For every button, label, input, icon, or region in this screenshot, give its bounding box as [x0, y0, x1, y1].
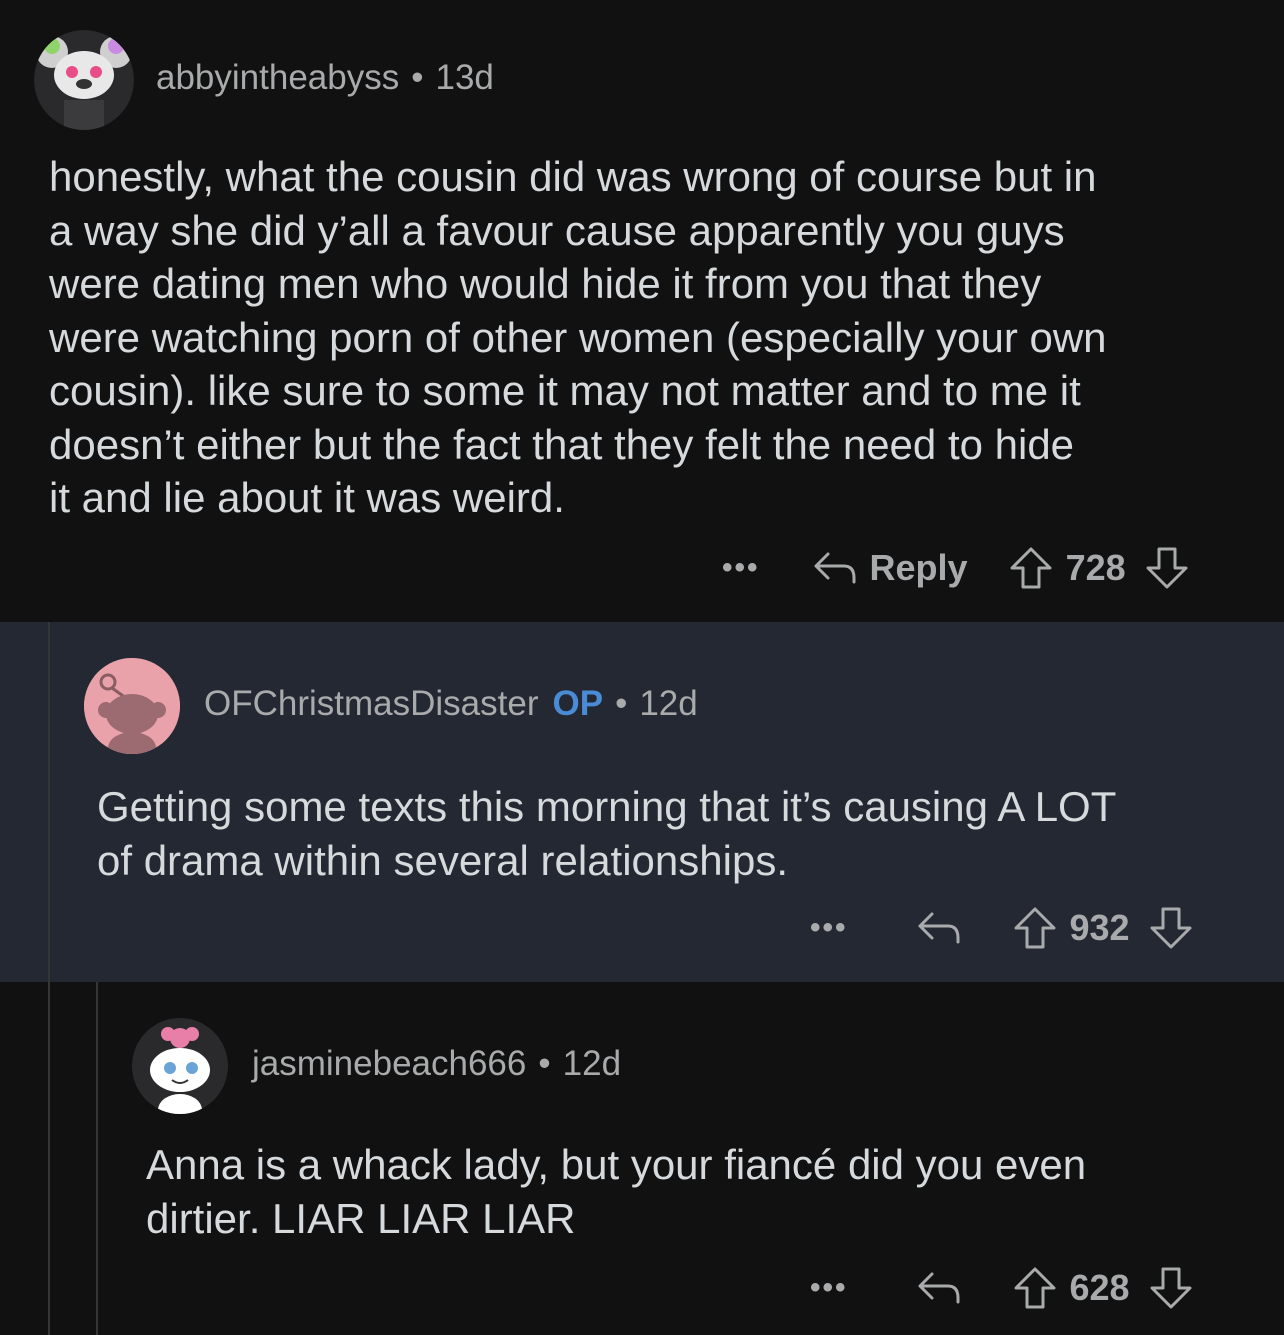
- comment-actions: ••• 628: [810, 1266, 1194, 1310]
- separator-dot: •: [538, 1044, 551, 1083]
- reply-button[interactable]: [916, 908, 962, 948]
- reply-arrow-icon: [814, 552, 856, 584]
- separator-dot: •: [411, 58, 424, 97]
- vote-count: 932: [1069, 907, 1130, 948]
- downvote-button[interactable]: [1148, 1265, 1194, 1311]
- comment-age: 12d: [639, 684, 698, 723]
- comment-jasminebeach666: jasminebeach666 • 12d Anna is a whack la…: [0, 982, 1284, 1335]
- username[interactable]: OFChristmasDisaster: [204, 684, 538, 724]
- user-avatar[interactable]: [34, 30, 134, 130]
- vote-count: 728: [1065, 547, 1126, 588]
- comment-actions: ••• Reply 728: [722, 546, 1190, 590]
- username[interactable]: abbyintheabyss: [156, 58, 399, 98]
- reply-label: Reply: [869, 547, 968, 588]
- user-avatar[interactable]: [84, 658, 180, 754]
- separator-dot: •: [615, 684, 628, 723]
- upvote-button[interactable]: [1012, 905, 1058, 951]
- comment-actions: ••• 932: [810, 906, 1194, 950]
- reply-arrow-icon: [918, 912, 960, 944]
- comment-body: Anna is a whack lady, but your fiancé di…: [146, 1141, 1087, 1242]
- comment-abbyintheabyss: abbyintheabyss • 13d honestly, what the …: [0, 0, 1284, 622]
- more-options-button[interactable]: •••: [722, 551, 760, 585]
- username[interactable]: jasminebeach666: [252, 1044, 526, 1084]
- comment-ofchristmasdisaster: OFChristmasDisaster OP • 12d Getting som…: [0, 622, 1284, 982]
- downvote-arrow-icon: [1150, 1267, 1192, 1309]
- comment-body: Getting some texts this morning that it’…: [97, 783, 1117, 884]
- downvote-arrow-icon: [1150, 907, 1192, 949]
- comment-header: abbyintheabyss • 13d: [156, 58, 494, 98]
- comment-header: OFChristmasDisaster OP • 12d: [204, 684, 698, 724]
- upvote-arrow-icon: [1014, 907, 1056, 949]
- downvote-button[interactable]: [1144, 545, 1190, 591]
- comment-age: 12d: [562, 1044, 622, 1083]
- comment-header: jasminebeach666 • 12d: [252, 1044, 621, 1084]
- koala-avatar-icon: [34, 30, 134, 130]
- thread-line[interactable]: [96, 982, 98, 1335]
- reply-button[interactable]: [916, 1268, 962, 1308]
- upvote-button[interactable]: [1012, 1265, 1058, 1311]
- more-options-button[interactable]: •••: [810, 911, 848, 945]
- downvote-arrow-icon: [1146, 547, 1188, 589]
- op-badge: OP: [552, 684, 604, 723]
- vote-count: 628: [1069, 1267, 1130, 1308]
- upvote-arrow-icon: [1014, 1267, 1056, 1309]
- reply-button[interactable]: Reply: [812, 547, 968, 589]
- upvote-arrow-icon: [1010, 547, 1052, 589]
- snoo-avatar-icon: [84, 658, 180, 754]
- reply-arrow-icon: [918, 1272, 960, 1304]
- comment-age: 13d: [435, 58, 494, 97]
- user-avatar[interactable]: [132, 1018, 228, 1114]
- comment-body: honestly, what the cousin did was wrong …: [49, 153, 1107, 521]
- upvote-button[interactable]: [1008, 545, 1054, 591]
- downvote-button[interactable]: [1148, 905, 1194, 951]
- thread-line[interactable]: [48, 622, 50, 1335]
- more-options-button[interactable]: •••: [810, 1271, 848, 1305]
- snoo-flower-avatar-icon: [132, 1018, 228, 1114]
